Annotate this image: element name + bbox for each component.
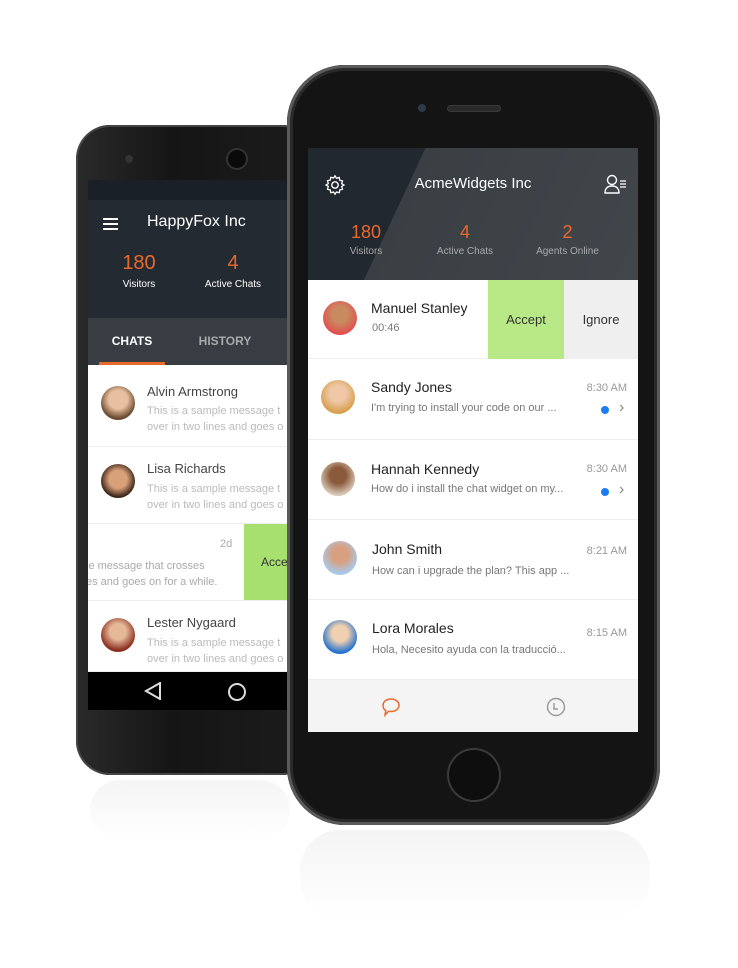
contact-name: John Smith	[372, 541, 443, 557]
stat-value: 180	[122, 252, 156, 274]
message-preview: es and goes on for a while.	[88, 576, 218, 588]
chevron-right-icon: ›	[619, 399, 625, 416]
avatar	[101, 386, 135, 420]
android-nav-bar	[88, 672, 288, 710]
iphone-camera	[418, 104, 426, 112]
iphone-reflection	[300, 830, 650, 920]
chat-list-item[interactable]: Hannah Kennedy How do i install the chat…	[308, 440, 638, 520]
stat-value: 4	[227, 252, 239, 274]
contact-name: Lester Nygaard	[147, 615, 236, 630]
android-header: HappyFox Inc 180 Visitors 4 Active Chats	[88, 200, 288, 318]
message-preview: This is a sample message t	[147, 637, 281, 649]
home-icon[interactable]	[227, 682, 247, 702]
stat-visitors: 180 Visitors	[98, 252, 180, 290]
status-bar	[88, 180, 288, 200]
timestamp: 8:30 AM	[586, 382, 627, 394]
message-preview: This is a sample message t	[147, 405, 281, 417]
timestamp: 8:21 AM	[586, 545, 627, 557]
avatar	[101, 464, 135, 498]
chat-list-item[interactable]: John Smith How can i upgrade the plan? T…	[308, 520, 638, 600]
avatar	[323, 301, 357, 335]
contact-name: Hannah Kennedy	[371, 461, 480, 477]
ignore-button[interactable]: Ignore	[564, 280, 638, 359]
unread-dot-icon	[601, 488, 609, 496]
chat-list-item[interactable]: Alvin Armstrong This is a sample message…	[88, 365, 288, 447]
stat-agents-online: 2 Agents Online	[515, 222, 620, 257]
app-title: HappyFox Inc	[147, 213, 246, 230]
android-reflection	[90, 780, 290, 840]
chat-list-item[interactable]: Lora Morales Hola, Necesito ayuda con la…	[308, 600, 638, 680]
accept-button[interactable]: Acce	[244, 524, 288, 600]
stat-active-chats: 4 Active Chats	[420, 222, 510, 257]
stat-value: 180	[350, 222, 382, 242]
iphone-header: AcmeWidgets Inc 180 Visitors 4 Active Ch…	[308, 148, 638, 280]
message-preview: over in two lines and goes o	[147, 421, 284, 433]
chats-tab-icon[interactable]	[381, 697, 401, 717]
agents-list-icon[interactable]	[604, 174, 628, 194]
stat-active-chats: 4 Active Chats	[192, 252, 274, 290]
chat-list-item-swiped[interactable]: 2d le message that crosses es and goes o…	[88, 524, 288, 601]
history-clock-icon[interactable]	[546, 697, 566, 717]
stat-value: 4	[459, 222, 470, 242]
avatar	[323, 620, 357, 654]
bottom-tab-bar	[308, 680, 638, 732]
hamburger-menu-icon[interactable]	[103, 218, 118, 230]
timestamp: 8:30 AM	[586, 463, 627, 475]
stat-value: 2	[562, 222, 573, 242]
chat-list-item[interactable]: Lisa Richards This is a sample message t…	[88, 447, 288, 524]
iphone-speaker	[448, 106, 500, 111]
stat-label: Visitors	[122, 279, 156, 290]
message-preview: over in two lines and goes o	[147, 499, 284, 511]
contact-name: Lisa Richards	[147, 461, 226, 476]
contact-name: Sandy Jones	[371, 379, 452, 395]
android-camera	[228, 150, 246, 168]
avatar	[101, 618, 135, 652]
unread-dot-icon	[601, 406, 609, 414]
stat-label: Active Chats	[436, 246, 494, 257]
message-preview: This is a sample message t	[147, 483, 281, 495]
message-preview: How do i install the chat widget on my..…	[371, 483, 564, 495]
contact-name: Alvin Armstrong	[147, 384, 239, 399]
avatar	[321, 380, 355, 414]
message-preview: Hola, Necesito ayuda con la traducció...	[372, 644, 566, 656]
wait-timer: 00:46	[372, 322, 400, 334]
contact-name: Manuel Stanley	[371, 300, 468, 316]
tab-history[interactable]: HISTORY	[188, 318, 262, 365]
chat-list-item[interactable]: Sandy Jones I'm trying to install your c…	[308, 359, 638, 440]
android-screen: HappyFox Inc 180 Visitors 4 Active Chats…	[88, 180, 288, 710]
message-preview: le message that crosses	[88, 560, 205, 572]
tab-chats[interactable]: CHATS	[99, 318, 165, 365]
stat-visitors: 180 Visitors	[321, 222, 411, 257]
back-icon[interactable]	[144, 682, 162, 700]
stat-label: Active Chats	[204, 279, 262, 290]
timestamp: 2d	[220, 538, 233, 550]
stat-label: Visitors	[349, 246, 383, 257]
app-title: AcmeWidgets Inc	[414, 175, 532, 192]
accept-button[interactable]: Accept	[488, 280, 564, 359]
contact-name: Lora Morales	[372, 620, 454, 636]
avatar	[323, 541, 357, 575]
timestamp: 8:15 AM	[586, 627, 627, 639]
message-preview: over in two lines and goes o	[147, 653, 284, 665]
message-preview: How can i upgrade the plan? This app ...	[372, 565, 570, 577]
stat-label: Agents Online	[536, 246, 599, 257]
incoming-chat-item: Manuel Stanley 00:46 Accept Ignore	[308, 280, 638, 359]
message-preview: I'm trying to install your code on our .…	[371, 402, 557, 414]
chevron-right-icon: ›	[619, 481, 625, 498]
avatar	[321, 462, 355, 496]
iphone-screen: AcmeWidgets Inc 180 Visitors 4 Active Ch…	[308, 148, 638, 732]
iphone-home-button[interactable]	[449, 750, 499, 800]
tab-bar: CHATS HISTORY	[88, 318, 288, 365]
android-sensor	[125, 155, 133, 163]
chat-list-item[interactable]: Lester Nygaard This is a sample message …	[88, 601, 288, 672]
